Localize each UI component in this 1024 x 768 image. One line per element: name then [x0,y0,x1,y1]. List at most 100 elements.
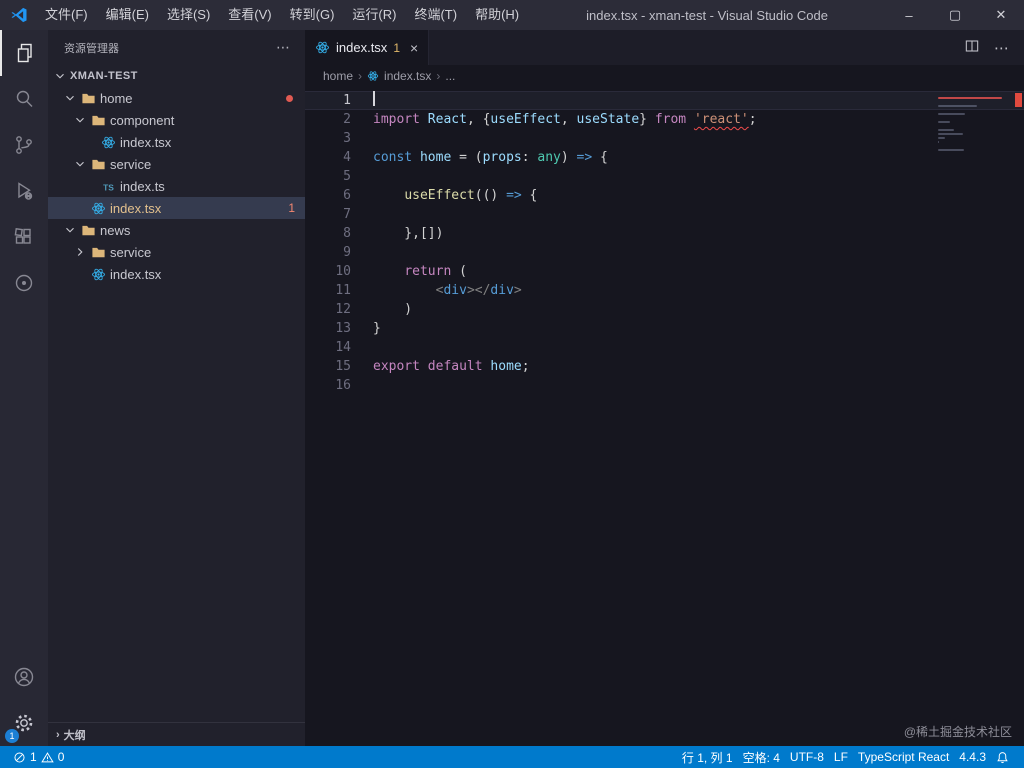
breadcrumb-item-home[interactable]: home [323,69,353,83]
title-bar: 文件(F) 编辑(E) 选择(S) 查看(V) 转到(G) 运行(R) 终端(T… [0,0,1024,30]
chevron-down-icon [62,223,78,237]
code-editor[interactable]: 1 2 import React, {useEffect, useState} fr… [305,87,1024,746]
code-line[interactable]: 5 [305,167,1024,186]
overview-ruler-error-marker [1015,93,1022,107]
run-debug-icon[interactable] [0,168,48,214]
search-icon[interactable] [0,76,48,122]
breadcrumb-item-file[interactable]: index.tsx [384,69,431,83]
cursor-position-status[interactable]: 行 1, 列 1 [677,746,738,768]
tree-item-news[interactable]: news [48,219,305,241]
line-content [351,167,373,186]
line-content [351,205,373,224]
chevron-right-icon: › [358,69,363,83]
react-icon [98,135,118,150]
tree-item-label: XMAN-TEST [70,70,138,82]
line-content [351,338,373,357]
line-number: 1 [343,93,351,108]
split-editor-icon[interactable] [964,38,980,57]
problems-badge: 1 [288,201,295,215]
tree-item-component[interactable]: component [48,109,305,131]
indentation-status[interactable]: 空格: 4 [738,746,785,768]
line-number: 5 [343,169,351,184]
line-number: 11 [335,283,351,298]
encoding-status[interactable]: UTF-8 [785,746,829,768]
tree-item-index-tsx[interactable]: index.tsx 1 [48,197,305,219]
editor-more-actions-icon[interactable]: ⋯ [994,39,1010,57]
chevron-down-icon [62,91,78,105]
tab-close-icon[interactable]: × [410,40,418,56]
line-content: return ( [404,264,467,279]
outline-section[interactable]: › 大纲 [48,722,305,746]
menu-go[interactable]: 转到(G) [281,0,344,30]
settings-gear-icon[interactable]: 1 [0,700,48,746]
tree-item-index-ts[interactable]: TS index.ts [48,175,305,197]
minimap[interactable] [938,93,1010,157]
notifications-bell-icon[interactable] [991,746,1014,768]
code-line[interactable]: 2 import React, {useEffect, useState} fro… [305,110,1024,129]
vscode-window: 文件(F) 编辑(E) 选择(S) 查看(V) 转到(G) 运行(R) 终端(T… [0,0,1024,768]
tree-item-index-tsx[interactable]: index.tsx [48,263,305,285]
tree-item-label: news [100,222,131,238]
code-line[interactable]: 11 <div></div> [305,281,1024,300]
tab-problems-badge: 1 [393,40,400,55]
code-line[interactable]: 7 [305,205,1024,224]
code-line[interactable]: 9 [305,243,1024,262]
code-line[interactable]: 13} [305,319,1024,338]
line-content [351,243,373,262]
code-line[interactable]: 1 [305,91,1024,110]
code-line[interactable]: 15 export default home; [305,357,1024,376]
explorer-icon[interactable] [0,30,48,76]
line-content: } [373,321,381,336]
tree-item-home[interactable]: home [48,87,305,109]
sidebar-more-actions-icon[interactable]: ⋯ [276,39,291,56]
menu-file[interactable]: 文件(F) [36,0,97,30]
menu-help[interactable]: 帮助(H) [466,0,528,30]
line-content [351,129,373,148]
menu-view[interactable]: 查看(V) [219,0,280,30]
problems-status[interactable]: 1 0 [8,746,69,768]
language-status[interactable]: TypeScript React [853,746,954,768]
account-icon[interactable] [0,654,48,700]
watermark-text: @稀土掘金技术社区 [903,725,1012,739]
chevron-right-icon: › [56,728,60,741]
tree-item-xman-test[interactable]: XMAN-TEST [48,65,305,87]
code-line[interactable]: 10 return ( [305,262,1024,281]
tree-item-index-tsx[interactable]: index.tsx [48,131,305,153]
extensions-icon[interactable] [0,214,48,260]
tab-index-tsx[interactable]: index.tsx 1 × [305,30,430,65]
eol-status[interactable]: LF [829,746,853,768]
line-content [351,91,375,110]
tree-item-service[interactable]: service [48,241,305,263]
menu-terminal[interactable]: 终端(T) [405,0,466,30]
code-line[interactable]: 12 ) [305,300,1024,319]
line-number: 9 [343,245,351,260]
line-number: 3 [343,131,351,146]
code-line[interactable]: 6 useEffect(() => { [305,186,1024,205]
code-line[interactable]: 3 [305,129,1024,148]
line-number: 4 [343,150,351,165]
close-button[interactable]: ✕ [978,0,1024,30]
line-number: 16 [335,378,351,393]
maximize-button[interactable]: ▢ [932,0,978,30]
line-number: 12 [335,302,351,317]
menu-run[interactable]: 运行(R) [343,0,405,30]
code-line[interactable]: 4 const home = (props: any) => { [305,148,1024,167]
line-number: 10 [335,264,351,279]
breadcrumb-item-symbol[interactable]: ... [445,69,455,83]
extension-view-icon[interactable] [0,260,48,306]
code-line[interactable]: 8 },[]) [305,224,1024,243]
folder-icon [88,157,108,172]
code-line[interactable]: 14 [305,338,1024,357]
ts-version-status[interactable]: 4.4.3 [954,746,991,768]
line-content: export default home; [373,359,530,374]
react-icon [88,201,108,216]
tab-bar: index.tsx 1 × ⋯ [305,30,1024,65]
tree-item-service[interactable]: service [48,153,305,175]
code-line[interactable]: 16 [305,376,1024,395]
menu-edit[interactable]: 编辑(E) [97,0,158,30]
minimize-button[interactable]: – [886,0,932,30]
line-content: import React, {useEffect, useState} from… [373,112,757,127]
source-control-icon[interactable] [0,122,48,168]
breadcrumb: home › index.tsx › ... [305,65,1024,87]
menu-selection[interactable]: 选择(S) [158,0,219,30]
